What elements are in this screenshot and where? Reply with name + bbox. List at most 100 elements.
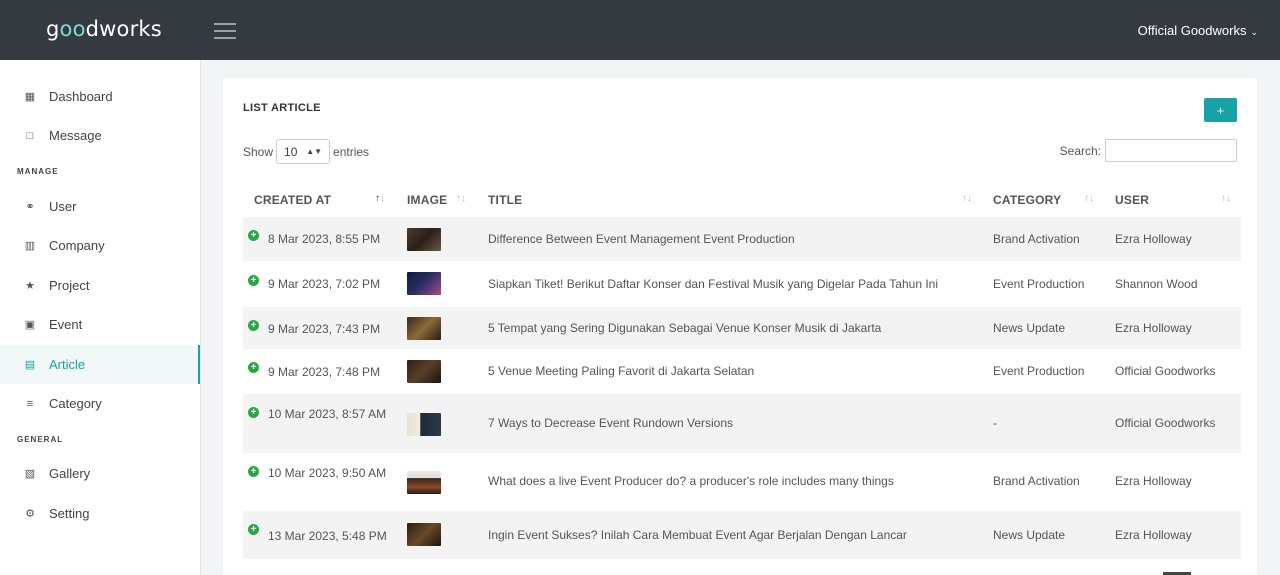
article-thumbnail [407, 413, 441, 436]
user-cell: Ezra Holloway [1115, 474, 1192, 488]
category-cell: Event Production [993, 364, 1085, 378]
search-input[interactable] [1105, 139, 1237, 162]
expand-row-icon[interactable]: + [248, 320, 259, 331]
expand-row-icon[interactable]: + [248, 230, 259, 241]
table-row[interactable]: + 13 Mar 2023, 5:48 PM Ingin Event Sukse… [243, 511, 1241, 559]
expand-row-icon[interactable]: + [248, 362, 259, 373]
sidebar-item-label: Message [49, 128, 102, 143]
column-header-user[interactable]: USER [1115, 182, 1149, 217]
category-cell: News Update [993, 321, 1066, 335]
sidebar-item-label: Dashboard [49, 89, 113, 104]
table-row[interactable]: + 8 Mar 2023, 8:55 PM Difference Between… [243, 217, 1241, 261]
sidebar: ▦ Dashboard □ Message MANAGE ⚭ User ▥ Co… [0, 60, 200, 575]
select-arrows-icon: ▲▼ [306, 147, 323, 156]
table-row[interactable]: + 9 Mar 2023, 7:48 PM 5 Venue Meeting Pa… [243, 349, 1241, 394]
sidebar-item-label: Gallery [49, 466, 91, 481]
logo[interactable]: goodworks [46, 17, 162, 41]
sidebar-item-label: Setting [49, 506, 90, 521]
page-title: LIST ARTICLE [243, 102, 321, 114]
sort-icon[interactable]: ↑↓ [456, 193, 466, 204]
entries-label: entries [333, 144, 370, 159]
sidebar-item-message[interactable]: □ Message [0, 116, 200, 155]
title-cell: 5 Tempat yang Sering Digunakan Sebagai V… [488, 321, 882, 335]
account-name: Official Goodworks [1137, 23, 1247, 38]
entries-value: 10 [284, 144, 298, 159]
table-row[interactable]: + 9 Mar 2023, 7:02 PM Siapkan Tiket! Ber… [243, 261, 1241, 307]
article-icon: ▤ [24, 359, 36, 371]
table-row[interactable]: + 10 Mar 2023, 8:57 AM 7 Ways to Decreas… [243, 394, 1241, 453]
account-menu[interactable]: Official Goodworks ⌄ [1138, 23, 1258, 38]
column-header-category[interactable]: CATEGORY [993, 182, 1061, 217]
user-cell: Official Goodworks [1115, 416, 1216, 430]
expand-row-icon[interactable]: + [248, 407, 259, 418]
expand-row-icon[interactable]: + [248, 275, 259, 286]
gear-icon: ⚙ [25, 508, 35, 520]
title-cell: Ingin Event Sukses? Inilah Cara Membuat … [488, 528, 907, 542]
sort-icon[interactable]: ↑↓ [1221, 193, 1231, 204]
created-at-cell: 9 Mar 2023, 7:43 PM [268, 322, 381, 336]
sidebar-item-dashboard[interactable]: ▦ Dashboard [0, 77, 200, 116]
sort-icon[interactable]: ↑↓ [1084, 193, 1094, 204]
column-header-created-at[interactable]: CREATED AT [254, 182, 331, 217]
list-icon: ≡ [26, 397, 34, 410]
article-thumbnail [407, 523, 441, 546]
sidebar-item-category[interactable]: ≡ Category [0, 384, 200, 423]
expand-row-icon[interactable]: + [248, 524, 259, 535]
message-icon: □ [26, 129, 34, 142]
section-manage: MANAGE [17, 167, 59, 176]
user-cell: Ezra Holloway [1115, 528, 1192, 542]
sidebar-item-event[interactable]: ▣ Event [0, 305, 200, 344]
article-thumbnail [407, 272, 441, 295]
logo-prefix: g [46, 17, 60, 41]
show-label: Show [243, 144, 274, 159]
title-cell: 5 Venue Meeting Paling Favorit di Jakart… [488, 364, 755, 378]
dashboard-icon: ▦ [24, 91, 36, 103]
sidebar-item-user[interactable]: ⚭ User [0, 187, 200, 226]
user-icon: ⚭ [25, 201, 35, 213]
title-cell: Difference Between Event Management Even… [488, 232, 795, 246]
article-thumbnail [407, 471, 441, 494]
menu-toggle-icon[interactable] [214, 23, 236, 39]
entries-select[interactable]: 10 ▲▼ [276, 139, 331, 164]
sort-ascending-icon[interactable]: ↑↓ [375, 193, 385, 204]
expand-row-icon[interactable]: + [248, 466, 259, 477]
sort-icon[interactable]: ↑↓ [962, 193, 972, 204]
entries-length-control: Show 10 ▲▼ entries [243, 139, 369, 164]
sidebar-item-label: Company [49, 238, 105, 253]
calendar-icon: ▣ [24, 319, 36, 331]
user-cell: Official Goodworks [1115, 364, 1216, 378]
created-at-cell: 9 Mar 2023, 7:02 PM [268, 277, 381, 291]
user-cell: Shannon Wood [1115, 277, 1198, 291]
sidebar-item-label: Category [49, 396, 102, 411]
created-at-cell: 10 Mar 2023, 8:57 AM [268, 407, 387, 421]
category-cell: - [993, 416, 997, 430]
add-article-button[interactable]: + [1204, 98, 1237, 122]
sidebar-divider [200, 60, 201, 575]
category-cell: Event Production [993, 277, 1085, 291]
sidebar-item-company[interactable]: ▥ Company [0, 226, 200, 265]
created-at-cell: 13 Mar 2023, 5:48 PM [268, 529, 387, 543]
created-at-cell: 10 Mar 2023, 9:50 AM [268, 466, 387, 480]
sidebar-item-article[interactable]: ▤ Article [0, 345, 200, 384]
table-row[interactable]: + 9 Mar 2023, 7:43 PM 5 Tempat yang Seri… [243, 307, 1241, 349]
column-header-image[interactable]: IMAGE [407, 182, 447, 217]
sidebar-item-gallery[interactable]: ▧ Gallery [0, 454, 200, 493]
sidebar-item-project[interactable]: ★ Project [0, 266, 200, 305]
created-at-cell: 9 Mar 2023, 7:48 PM [268, 365, 381, 379]
logo-suffix: dworks [85, 17, 162, 41]
section-general: GENERAL [17, 435, 64, 444]
article-thumbnail [407, 228, 441, 251]
table-row[interactable]: + 10 Mar 2023, 9:50 AM What does a live … [243, 453, 1241, 511]
category-cell: Brand Activation [993, 474, 1080, 488]
created-at-cell: 8 Mar 2023, 8:55 PM [268, 232, 381, 246]
title-cell: Siapkan Tiket! Berikut Daftar Konser dan… [488, 277, 939, 291]
sidebar-item-setting[interactable]: ⚙ Setting [0, 494, 200, 533]
sidebar-item-label: User [49, 199, 77, 214]
article-list-card: LIST ARTICLE + Show 10 ▲▼ entries Search… [223, 78, 1257, 575]
sidebar-item-label: Article [49, 357, 86, 372]
article-thumbnail [407, 317, 441, 340]
category-cell: News Update [993, 528, 1066, 542]
sidebar-item-label: Project [49, 278, 90, 293]
category-cell: Brand Activation [993, 232, 1080, 246]
column-header-title[interactable]: TITLE [488, 182, 522, 217]
